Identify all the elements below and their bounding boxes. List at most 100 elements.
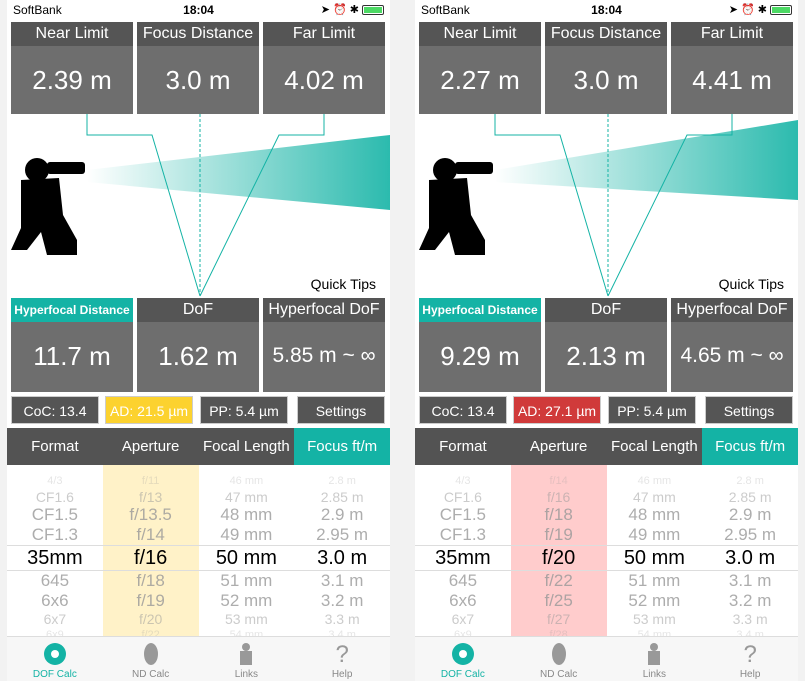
- aperture-option[interactable]: f/18: [103, 571, 199, 591]
- focal-option[interactable]: 50 mm: [198, 545, 295, 571]
- focal-option[interactable]: 51 mm: [199, 571, 295, 591]
- aperture-wheel[interactable]: f/14 f/16 f/18 f/19 f/20 f/22 f/25 f/27 f/28: [510, 465, 607, 641]
- tab-dof-calc[interactable]: DOF Calc: [7, 637, 103, 681]
- focal-option[interactable]: 48 mm: [199, 505, 295, 525]
- format-option[interactable]: CF1.3: [7, 525, 103, 545]
- tab-links[interactable]: Links: [199, 637, 295, 681]
- aperture-option[interactable]: f/14: [511, 473, 607, 489]
- picker-header-1[interactable]: Aperture: [511, 428, 607, 465]
- focus_list-option[interactable]: 3.2 m: [702, 591, 798, 611]
- format-option[interactable]: 6x7: [7, 611, 103, 627]
- focal-option[interactable]: 46 mm: [199, 473, 295, 489]
- hyperfocal-dof-box[interactable]: Hyperfocal DoF 5.85 m ~ ∞: [263, 298, 385, 392]
- aperture-option[interactable]: f/20: [510, 545, 607, 571]
- aperture-option[interactable]: f/22: [511, 571, 607, 591]
- format-option[interactable]: CF1.5: [415, 505, 511, 525]
- focus_list-option[interactable]: 2.9 m: [702, 505, 798, 525]
- aperture-option[interactable]: f/16: [102, 545, 199, 571]
- aperture-option[interactable]: f/13: [103, 489, 199, 505]
- tab-dof-calc[interactable]: DOF Calc: [415, 637, 511, 681]
- format-option[interactable]: 645: [7, 571, 103, 591]
- ad-button[interactable]: AD: 21.5 µm: [105, 396, 193, 424]
- tab-nd-calc[interactable]: ND Calc: [103, 637, 199, 681]
- focus_list-option[interactable]: 3.1 m: [294, 571, 390, 591]
- focus_list-option[interactable]: 2.85 m: [702, 489, 798, 505]
- format-wheel[interactable]: 4/3 CF1.6 CF1.5 CF1.3 35mm 645 6x6 6x7 6x9: [415, 465, 511, 641]
- format-option[interactable]: CF1.6: [415, 489, 511, 505]
- focus_list-option[interactable]: 3.0 m: [702, 545, 798, 571]
- tab-help[interactable]: ? Help: [294, 637, 390, 681]
- coc-button[interactable]: CoC: 13.4 µm: [419, 396, 507, 447]
- format-option[interactable]: 6x7: [415, 611, 511, 627]
- hyperfocal-dof-box[interactable]: Hyperfocal DoF 4.65 m ~ ∞: [671, 298, 793, 392]
- dof-box[interactable]: DoF 1.62 m: [137, 298, 259, 392]
- value-picker[interactable]: 4/3 CF1.6 CF1.5 CF1.3 35mm 645 6x6 6x7 6x9 f/11 f/…: [7, 465, 390, 641]
- format-option[interactable]: CF1.6: [7, 489, 103, 505]
- focal-wheel[interactable]: 46 mm 47 mm 48 mm 49 mm 50 mm 51 mm 52 mm 53 mm…: [198, 465, 295, 641]
- quick-tips-link[interactable]: Quick Tips: [311, 276, 376, 292]
- tab-help[interactable]: ? Help: [702, 637, 798, 681]
- focal-option[interactable]: 52 mm: [607, 591, 703, 611]
- format-option[interactable]: 645: [415, 571, 511, 591]
- aperture-option[interactable]: f/20: [103, 611, 199, 627]
- tab-nd-calc[interactable]: ND Calc: [511, 637, 607, 681]
- focus_list-wheel[interactable]: 2.8 m 2.85 m 2.9 m 2.95 m 3.0 m 3.1 m 3.2 m 3.3…: [294, 465, 390, 641]
- focus_list-option[interactable]: 2.8 m: [294, 473, 390, 489]
- focal-option[interactable]: 47 mm: [607, 489, 703, 505]
- aperture-option[interactable]: f/19: [103, 591, 199, 611]
- focus_list-option[interactable]: 2.8 m: [702, 473, 798, 489]
- focal-option[interactable]: 47 mm: [199, 489, 295, 505]
- focal-option[interactable]: 48 mm: [607, 505, 703, 525]
- format-wheel[interactable]: 4/3 CF1.6 CF1.5 CF1.3 35mm 645 6x6 6x7 6x9: [7, 465, 103, 641]
- focus_list-option[interactable]: 2.95 m: [294, 525, 390, 545]
- aperture-option[interactable]: f/14: [103, 525, 199, 545]
- aperture-option[interactable]: f/25: [511, 591, 607, 611]
- tab-links[interactable]: Links: [607, 637, 703, 681]
- format-option[interactable]: 35mm: [7, 545, 103, 571]
- picker-header-0[interactable]: Format: [415, 428, 511, 465]
- focus_list-option[interactable]: 3.3 m: [702, 611, 798, 627]
- focal-option[interactable]: 49 mm: [199, 525, 295, 545]
- aperture-option[interactable]: f/19: [511, 525, 607, 545]
- aperture-option[interactable]: f/16: [511, 489, 607, 505]
- focal-option[interactable]: 51 mm: [607, 571, 703, 591]
- quick-tips-link[interactable]: Quick Tips: [719, 276, 784, 292]
- hyperfocal-distance-box[interactable]: Hyperfocal Distance 11.7 m: [11, 298, 133, 392]
- focus_list-option[interactable]: 3.3 m: [294, 611, 390, 627]
- settings-button[interactable]: Settings: [705, 396, 793, 424]
- focal-option[interactable]: 52 mm: [199, 591, 295, 611]
- value-picker[interactable]: 4/3 CF1.6 CF1.5 CF1.3 35mm 645 6x6 6x7 6x9 f/14 f/…: [415, 465, 798, 641]
- focus_list-wheel[interactable]: 2.8 m 2.85 m 2.9 m 2.95 m 3.0 m 3.1 m 3.2 m 3.3…: [702, 465, 798, 641]
- focal-wheel[interactable]: 46 mm 47 mm 48 mm 49 mm 50 mm 51 mm 52 mm 53 mm…: [606, 465, 703, 641]
- focal-option[interactable]: 46 mm: [607, 473, 703, 489]
- aperture-option[interactable]: f/11: [103, 473, 199, 489]
- focus_list-option[interactable]: 2.85 m: [294, 489, 390, 505]
- focal-option[interactable]: 53 mm: [199, 611, 295, 627]
- format-option[interactable]: CF1.3: [415, 525, 511, 545]
- dof-box[interactable]: DoF 2.13 m: [545, 298, 667, 392]
- aperture-option[interactable]: f/27: [511, 611, 607, 627]
- format-option[interactable]: 6x6: [415, 591, 511, 611]
- format-option[interactable]: 4/3: [7, 473, 103, 489]
- hyperfocal-distance-box[interactable]: Hyperfocal Distance 9.29 m: [419, 298, 541, 392]
- focus_list-option[interactable]: 3.1 m: [702, 571, 798, 591]
- picker-header-3[interactable]: Focus ft/m: [294, 428, 390, 465]
- aperture-wheel[interactable]: f/11 f/13 f/13.5 f/14 f/16 f/18 f/19 f/20 f/22: [102, 465, 199, 641]
- aperture-option[interactable]: f/13.5: [103, 505, 199, 525]
- format-option[interactable]: 35mm: [415, 545, 511, 571]
- aperture-option[interactable]: f/18: [511, 505, 607, 525]
- focus_list-option[interactable]: 3.0 m: [294, 545, 390, 571]
- picker-header-0[interactable]: Format: [7, 428, 103, 465]
- pp-button[interactable]: PP: 5.4 µm: [200, 396, 288, 424]
- focal-option[interactable]: 49 mm: [607, 525, 703, 545]
- picker-header-2[interactable]: Focal Length: [199, 428, 295, 465]
- format-option[interactable]: 6x6: [7, 591, 103, 611]
- pp-button[interactable]: PP: 5.4 µm: [608, 396, 696, 424]
- picker-header-3[interactable]: Focus ft/m: [702, 428, 798, 465]
- focus_list-option[interactable]: 2.9 m: [294, 505, 390, 525]
- format-option[interactable]: CF1.5: [7, 505, 103, 525]
- focal-option[interactable]: 50 mm: [606, 545, 703, 571]
- settings-button[interactable]: Settings: [297, 396, 385, 424]
- ad-button[interactable]: AD: 27.1 µm: [513, 396, 601, 424]
- focus_list-option[interactable]: 3.2 m: [294, 591, 390, 611]
